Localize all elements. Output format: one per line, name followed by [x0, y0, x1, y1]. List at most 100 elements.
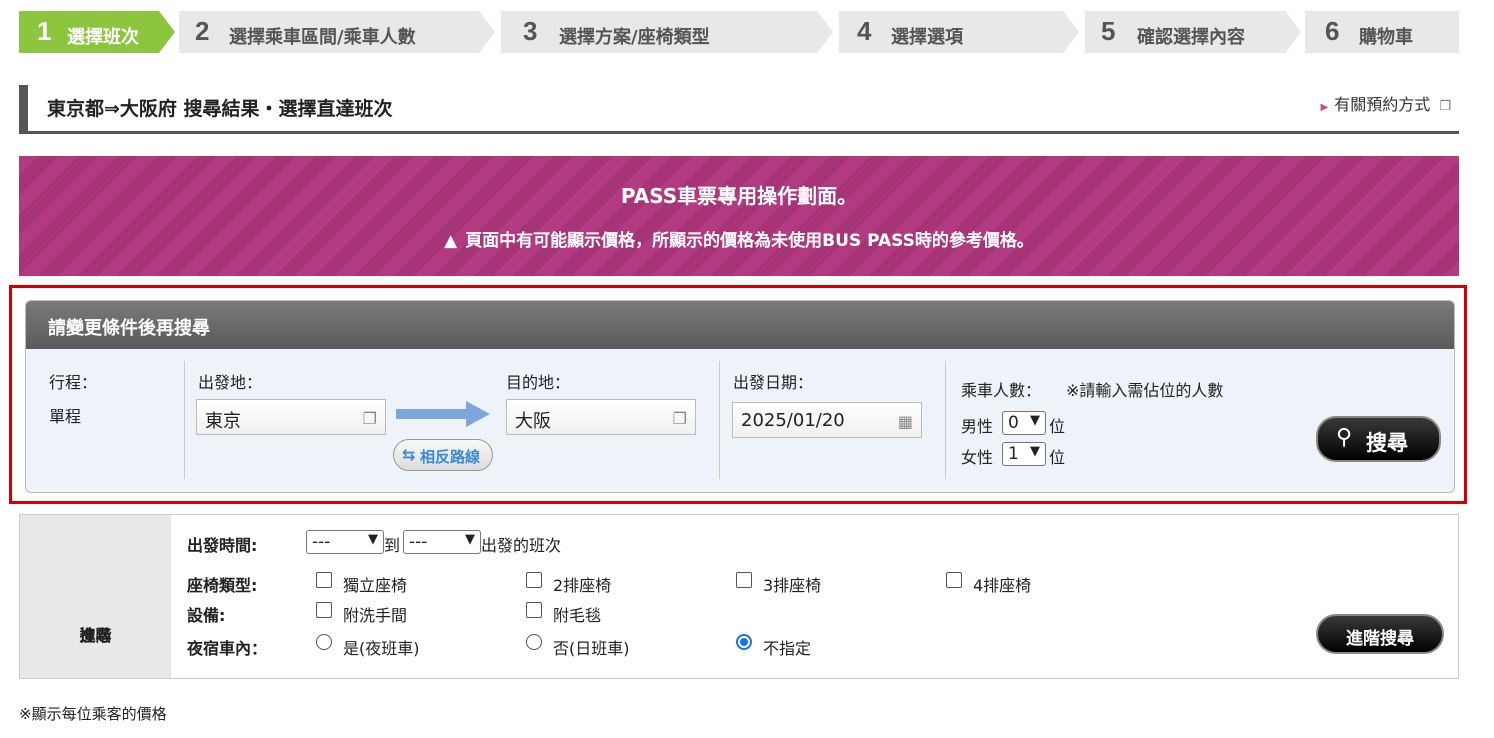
departure-date-value: 2025/01/20: [741, 410, 845, 431]
magnifier-icon: ⚲: [1336, 425, 1353, 450]
seat-4row-checkbox[interactable]: [946, 572, 962, 588]
step-arrow: [159, 11, 175, 53]
search-button[interactable]: ⚲ 搜尋: [1316, 416, 1441, 462]
calendar-icon[interactable]: ▦: [898, 412, 913, 431]
origin-input[interactable]: 東京 ❐: [196, 399, 386, 435]
step-number: 3: [523, 16, 538, 46]
reverse-route-label: 相反路線: [420, 448, 481, 466]
search-panel: 請變更條件後再搜尋 行程： 單程 出發地： 東京 ❐ ⇆ 相反路線 目的地： 大…: [25, 300, 1455, 493]
female-count-select[interactable]: 1 ▼: [1002, 442, 1046, 466]
departure-date-input[interactable]: 2025/01/20 ▦: [732, 402, 922, 438]
copy-list-icon[interactable]: ❐: [673, 409, 687, 428]
warning-icon: ▲: [444, 231, 458, 251]
overnight-option: 否(日班車): [553, 639, 630, 658]
origin-label: 出發地：: [198, 373, 263, 392]
step-arrow: [1063, 11, 1079, 53]
seat-option: 3排座椅: [763, 576, 822, 595]
step-label: 選擇乘車區間/乘車人數: [229, 27, 416, 48]
destination-label: 目的地：: [506, 373, 571, 392]
copy-list-icon[interactable]: ❐: [363, 409, 377, 428]
seat-option: 2排座椅: [553, 576, 612, 595]
seat-option: 4排座椅: [973, 576, 1032, 595]
advanced-search-button-label: 進階搜尋: [1346, 629, 1414, 649]
step-number: 4: [857, 16, 872, 46]
destination-value: 大阪: [515, 411, 551, 432]
time-to-value: ---: [409, 532, 428, 552]
trip-value: 單程: [49, 407, 82, 426]
female-unit: 位: [1049, 448, 1066, 467]
time-from-select[interactable]: --- ▼: [306, 530, 384, 554]
step-label: 選擇班次: [67, 27, 139, 48]
chevron-down-icon: ▼: [1030, 444, 1040, 459]
step-label: 選擇方案/座椅類型: [559, 27, 710, 48]
time-from-value: ---: [312, 532, 331, 552]
overnight-yes-radio[interactable]: [316, 634, 332, 650]
seat-3row-checkbox[interactable]: [736, 572, 752, 588]
seat-2row-checkbox[interactable]: [526, 572, 542, 588]
overnight-option: 是(夜班車): [343, 639, 420, 658]
pass-banner-notice-text: 頁面中有可能顯示價格，所顯示的價格為未使用BUS PASS時的參考價格。: [465, 231, 1034, 251]
swap-icon: ⇆: [402, 445, 416, 464]
male-count-select[interactable]: 0 ▼: [1002, 411, 1046, 435]
male-label: 男性: [961, 417, 994, 436]
overnight-no-radio[interactable]: [526, 634, 542, 650]
triangle-right-icon: ▶: [1320, 102, 1329, 113]
date-label: 出發日期：: [733, 373, 814, 392]
advanced-search-button[interactable]: 進階搜尋: [1316, 614, 1444, 654]
male-unit: 位: [1049, 417, 1066, 436]
external-window-icon: ❐: [1439, 99, 1451, 114]
passengers-note: ※請輸入需佔位的人數: [1066, 381, 1224, 400]
advanced-search-panel: 進階 搜尋 出發時間: --- ▼ 到 --- ▼ 出發的班次 座椅類型: 獨立座椅 …: [19, 514, 1459, 679]
origin-value: 東京: [205, 411, 241, 432]
step-5: 5 確認選擇內容: [1085, 11, 1285, 53]
step-number: 5: [1101, 16, 1116, 46]
trip-label: 行程：: [49, 373, 98, 392]
male-count-value: 0: [1008, 413, 1019, 433]
step-3: 3 選擇方案/座椅類型: [501, 11, 817, 53]
search-panel-header: 請變更條件後再搜尋: [26, 301, 1454, 349]
reverse-route-button[interactable]: ⇆ 相反路線: [393, 439, 493, 471]
divider: [945, 361, 946, 479]
step-4: 4 選擇選項: [839, 11, 1063, 53]
overnight-any-radio[interactable]: [736, 634, 752, 650]
chevron-down-icon: ▼: [1030, 413, 1040, 428]
step-number: 6: [1325, 16, 1340, 46]
step-1: 1 選擇班次: [19, 11, 159, 53]
chevron-down-icon: ▼: [465, 532, 475, 547]
facility-label: 設備:: [187, 606, 226, 625]
seat-independent-checkbox[interactable]: [316, 572, 332, 588]
overnight-label: 夜宿車內：: [187, 639, 268, 658]
overnight-option: 不指定: [763, 639, 812, 658]
seat-type-label: 座椅類型:: [187, 576, 258, 595]
step-label: 確認選擇內容: [1137, 27, 1245, 48]
time-to-select[interactable]: --- ▼: [403, 530, 481, 554]
page-heading: 東京都⇒大阪府 搜尋結果・選擇直達班次 ▶ 有關預約方式 ❐: [19, 85, 1459, 134]
time-to-word: 到: [384, 536, 401, 555]
divider: [184, 361, 185, 479]
heading-bar: [19, 85, 28, 131]
step-arrow: [479, 11, 495, 53]
destination-input[interactable]: 大阪 ❐: [506, 399, 696, 435]
pass-banner-notice: ▲ 頁面中有可能顯示價格，所顯示的價格為未使用BUS PASS時的參考價格。: [19, 226, 1459, 251]
passengers-label: 乘車人數：: [961, 381, 1042, 400]
time-suffix: 出發的班次: [481, 536, 562, 555]
arrow-right-icon: [396, 401, 490, 427]
advanced-title-line2: 搜尋: [79, 626, 112, 645]
progress-steps: 1 選擇班次 2 選擇乘車區間/乘車人數 3 選擇方案/座椅類型 4 選擇選項 …: [19, 11, 1459, 53]
how-to-book-link[interactable]: ▶ 有關預約方式 ❐: [1321, 91, 1451, 115]
price-footnote: ※顯示每位乘客的價格: [19, 705, 167, 723]
search-button-label: 搜尋: [1366, 431, 1408, 455]
step-arrow: [817, 11, 833, 53]
pass-banner: PASS車票專用操作劃面。 ▲ 頁面中有可能顯示價格，所顯示的價格為未使用BUS …: [19, 156, 1459, 276]
facility-toilet-checkbox[interactable]: [316, 602, 332, 618]
female-count-value: 1: [1008, 444, 1019, 464]
female-label: 女性: [961, 448, 994, 467]
pass-banner-title: PASS車票專用操作劃面。: [620, 184, 858, 208]
advanced-search-side: 進階 搜尋: [20, 515, 171, 678]
step-6: 6 購物車: [1305, 11, 1459, 53]
search-panel-title: 請變更條件後再搜尋: [48, 318, 210, 339]
step-2: 2 選擇乘車區間/乘車人數: [179, 11, 479, 53]
facility-blanket-checkbox[interactable]: [526, 602, 542, 618]
seat-option: 獨立座椅: [343, 576, 408, 595]
step-number: 1: [37, 16, 52, 46]
